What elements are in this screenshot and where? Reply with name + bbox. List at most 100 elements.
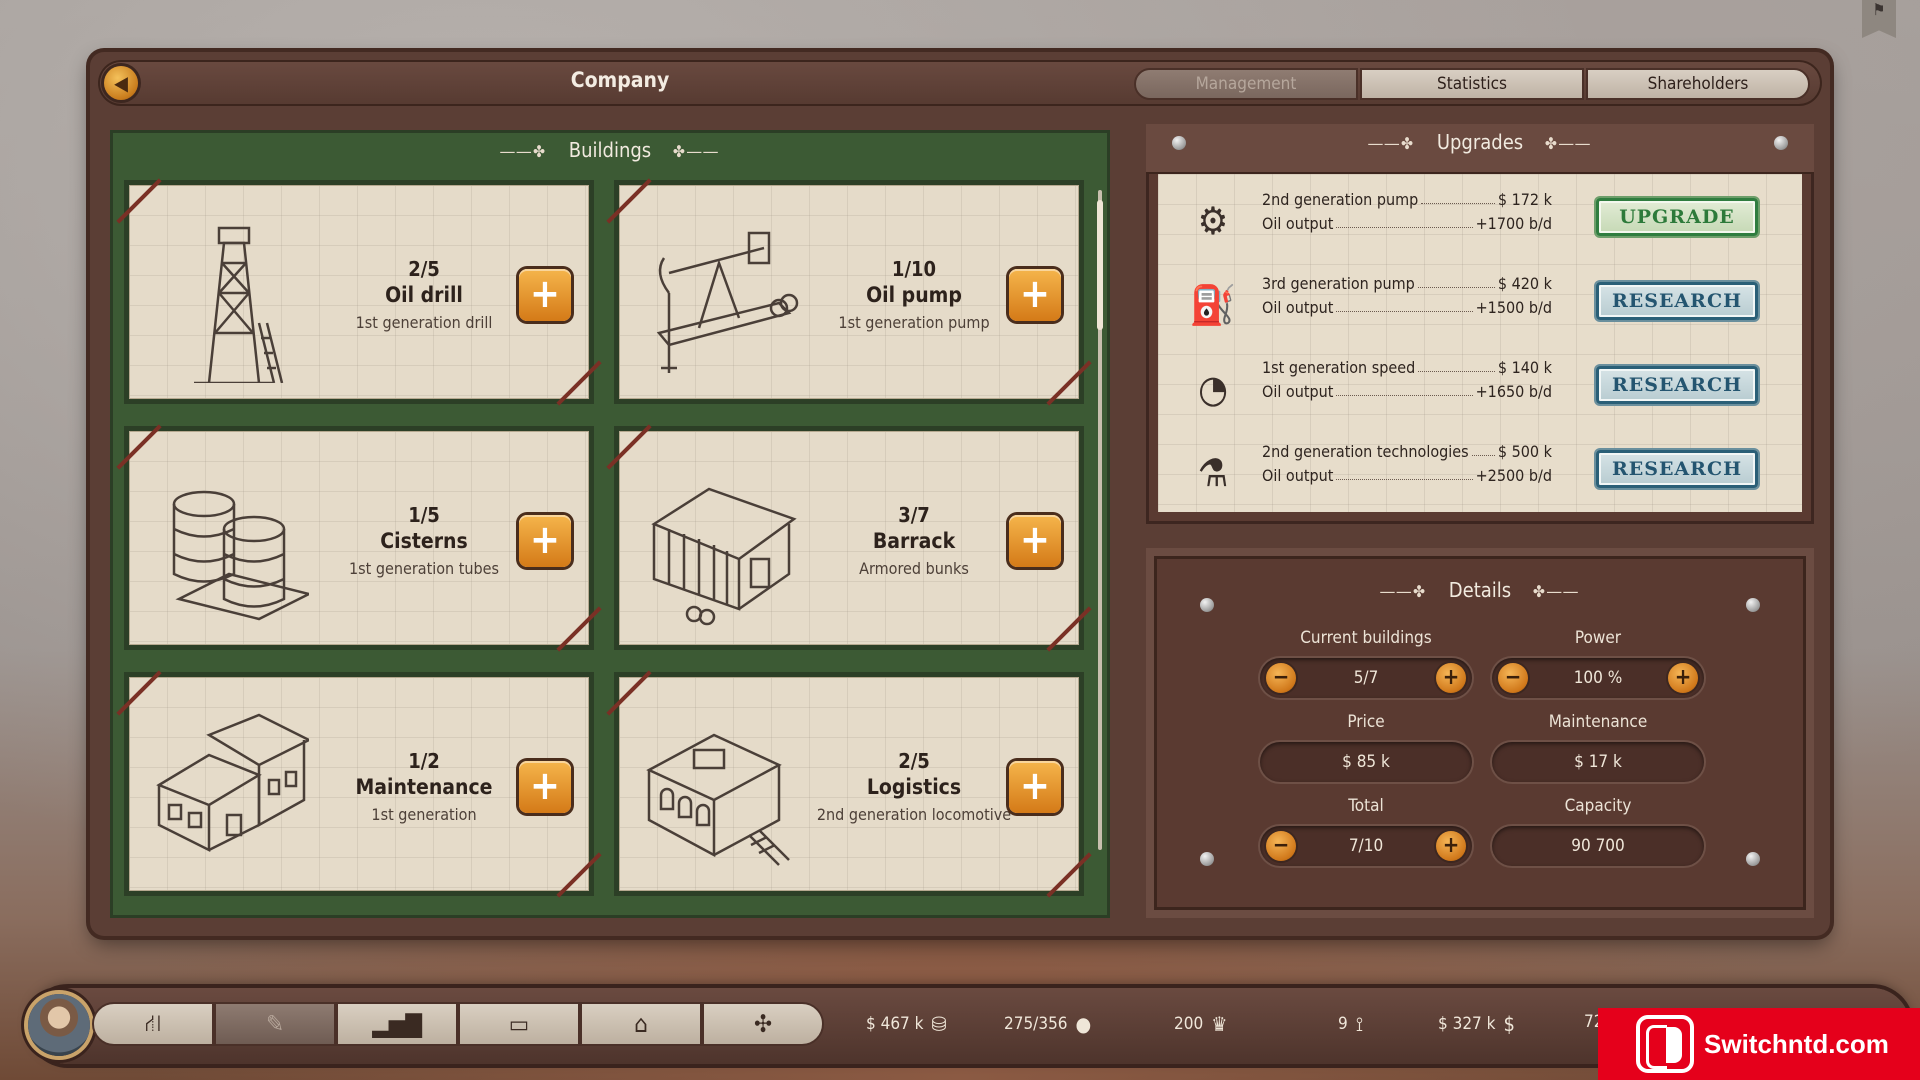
watermark: Switchntd.com bbox=[1598, 1008, 1920, 1080]
add-building-button[interactable]: + bbox=[519, 515, 571, 567]
building-name: Logistics bbox=[866, 775, 962, 799]
oil-drill-tower-icon bbox=[194, 226, 284, 383]
building-card-logistics[interactable]: 2/5 Logistics 2nd generation locomotive … bbox=[606, 670, 1092, 898]
power-label: Power bbox=[1574, 628, 1622, 648]
total-stepper: − 7/10 + bbox=[1260, 826, 1472, 866]
rivet-icon bbox=[1200, 598, 1214, 612]
decrease-buildings-button[interactable]: − bbox=[1266, 663, 1296, 693]
logistics-station-icon bbox=[646, 733, 790, 866]
upgrade-title: 3rd generation pump bbox=[1262, 274, 1415, 293]
upgrade-cost: $ 500 k bbox=[1497, 442, 1552, 461]
decrease-power-button[interactable]: − bbox=[1498, 663, 1528, 693]
research-button[interactable]: RESEARCH bbox=[1596, 366, 1758, 404]
maintenance-value: $ 17 k bbox=[1574, 752, 1622, 772]
upgrade-output: +2500 b/d bbox=[1475, 466, 1552, 485]
upgrade-cost: $ 420 k bbox=[1497, 274, 1552, 293]
gears-icon: ⚙ bbox=[1197, 199, 1229, 243]
building-count: 1/2 bbox=[408, 749, 440, 773]
buildings-scrollbar-thumb[interactable] bbox=[1097, 200, 1103, 330]
price-field: $ 85 k bbox=[1260, 742, 1472, 782]
capacity-value: 90 700 bbox=[1571, 836, 1625, 856]
upgrade-button[interactable]: UPGRADE bbox=[1596, 198, 1758, 236]
increase-power-button[interactable]: + bbox=[1668, 663, 1698, 693]
upgrade-output-label: Oil output bbox=[1262, 382, 1334, 401]
decrease-total-button[interactable]: − bbox=[1266, 831, 1296, 861]
upgrade-title: 1st generation speed bbox=[1262, 358, 1416, 377]
building-subtitle: Armored bunks bbox=[859, 559, 969, 578]
total-label: Total bbox=[1348, 796, 1384, 816]
details-heading: Details bbox=[1448, 578, 1512, 602]
nav-statistics-button[interactable]: ▂▅▇ bbox=[336, 1002, 458, 1046]
building-card-oil-drill[interactable]: 2/5 Oil drill 1st generation drill + bbox=[116, 178, 602, 406]
details-heading-wrap: ――✤ Details ✤―― bbox=[1260, 578, 1700, 602]
nav-bank-button[interactable]: ⌂ bbox=[580, 1002, 702, 1046]
building-subtitle: 1st generation pump bbox=[838, 313, 990, 332]
nav-company-button[interactable]: ✎ bbox=[214, 1002, 336, 1046]
nav-map-button[interactable]: ⛙ bbox=[92, 1002, 214, 1046]
upgrade-title: 2nd generation pump bbox=[1262, 190, 1419, 209]
add-building-button[interactable]: + bbox=[519, 269, 571, 321]
ornament-left-icon: ――✤ bbox=[1368, 134, 1416, 153]
upgrade-output: +1500 b/d bbox=[1475, 298, 1552, 317]
power-stepper: − 100 % + bbox=[1492, 658, 1704, 698]
building-count: 1/10 bbox=[891, 257, 937, 281]
avatar[interactable] bbox=[28, 994, 90, 1056]
upgrade-cost: $ 172 k bbox=[1497, 190, 1552, 209]
coins-icon: ⛁ bbox=[931, 1012, 947, 1036]
back-arrow-icon: ◀ bbox=[114, 71, 128, 95]
price-value: $ 85 k bbox=[1342, 752, 1390, 772]
increase-total-button[interactable]: + bbox=[1436, 831, 1466, 861]
building-card-maintenance[interactable]: 1/2 Maintenance 1st generation + bbox=[116, 670, 602, 898]
building-name: Maintenance bbox=[355, 775, 493, 799]
upgrade-output-label: Oil output bbox=[1262, 214, 1334, 233]
ornament-right-icon: ✤―― bbox=[1544, 134, 1592, 153]
building-name: Oil pump bbox=[866, 283, 962, 307]
buildings-heading: Buildings bbox=[568, 138, 652, 162]
upgrade-cost: $ 140 k bbox=[1497, 358, 1552, 377]
current-buildings-value: 5/7 bbox=[1353, 668, 1379, 688]
rivet-icon bbox=[1774, 136, 1788, 150]
upgrade-output-label: Oil output bbox=[1262, 466, 1334, 485]
rivet-icon bbox=[1172, 136, 1186, 150]
building-subtitle: 2nd generation locomotive bbox=[816, 805, 1012, 824]
train-car-icon: ▭ bbox=[508, 1010, 530, 1038]
capacity-label: Capacity bbox=[1564, 796, 1632, 816]
add-building-button[interactable]: + bbox=[519, 761, 571, 813]
add-building-button[interactable]: + bbox=[1009, 269, 1061, 321]
watermark-text: Switchntd.com bbox=[1704, 1028, 1889, 1059]
ornament-left-icon: ――✤ bbox=[1380, 582, 1428, 601]
tower-icon: ⟟ bbox=[1355, 1012, 1364, 1036]
tab-statistics[interactable]: Statistics bbox=[1360, 68, 1584, 100]
tab-shareholders[interactable]: Shareholders bbox=[1586, 68, 1810, 100]
building-card-cisterns[interactable]: 1/5 Cisterns 1st generation tubes + bbox=[116, 424, 602, 652]
building-card-oil-pump[interactable]: 1/10 Oil pump 1st generation pump + bbox=[606, 178, 1092, 406]
capacity-field: 90 700 bbox=[1492, 826, 1704, 866]
rivet-icon bbox=[1746, 598, 1760, 612]
research-button[interactable]: RESEARCH bbox=[1596, 282, 1758, 320]
details-panel bbox=[1146, 548, 1814, 918]
bar-chart-icon: ▂▅▇ bbox=[372, 1010, 422, 1038]
stat-oil-value: 275/356 bbox=[1004, 1014, 1068, 1034]
add-building-button[interactable]: + bbox=[1009, 515, 1061, 567]
cistern-tanks-icon bbox=[172, 490, 309, 621]
upgrades-heading: Upgrades bbox=[1436, 130, 1524, 154]
ornament-left-icon: ――✤ bbox=[500, 142, 548, 161]
bank-icon: ⌂ bbox=[634, 1010, 648, 1038]
add-building-button[interactable]: + bbox=[1009, 761, 1061, 813]
increase-buildings-button[interactable]: + bbox=[1436, 663, 1466, 693]
research-button[interactable]: RESEARCH bbox=[1596, 450, 1758, 488]
back-button[interactable]: ◀ bbox=[104, 66, 138, 100]
tab-management[interactable]: Management bbox=[1134, 68, 1358, 100]
total-value: 7/10 bbox=[1348, 836, 1384, 856]
ornament-right-icon: ✤―― bbox=[672, 142, 720, 161]
ornament-right-icon: ✤―― bbox=[1532, 582, 1580, 601]
nav-trains-button[interactable]: ▭ bbox=[458, 1002, 580, 1046]
upgrade-row: ⛽ 3rd generation pump $ 420 k Oil output +… bbox=[1158, 264, 1802, 348]
stat-income: $ 327 k $ bbox=[1438, 1012, 1515, 1036]
stat-cash-value: $ 467 k bbox=[866, 1014, 924, 1034]
flag-pin-icon[interactable]: ⚑ bbox=[1862, 0, 1896, 38]
nav-network-button[interactable]: ✣ bbox=[702, 1002, 824, 1046]
crown-icon: ♛ bbox=[1211, 1012, 1228, 1036]
rivet-icon bbox=[1200, 852, 1214, 866]
building-card-barrack[interactable]: 3/7 Barrack Armored bunks + bbox=[606, 424, 1092, 652]
